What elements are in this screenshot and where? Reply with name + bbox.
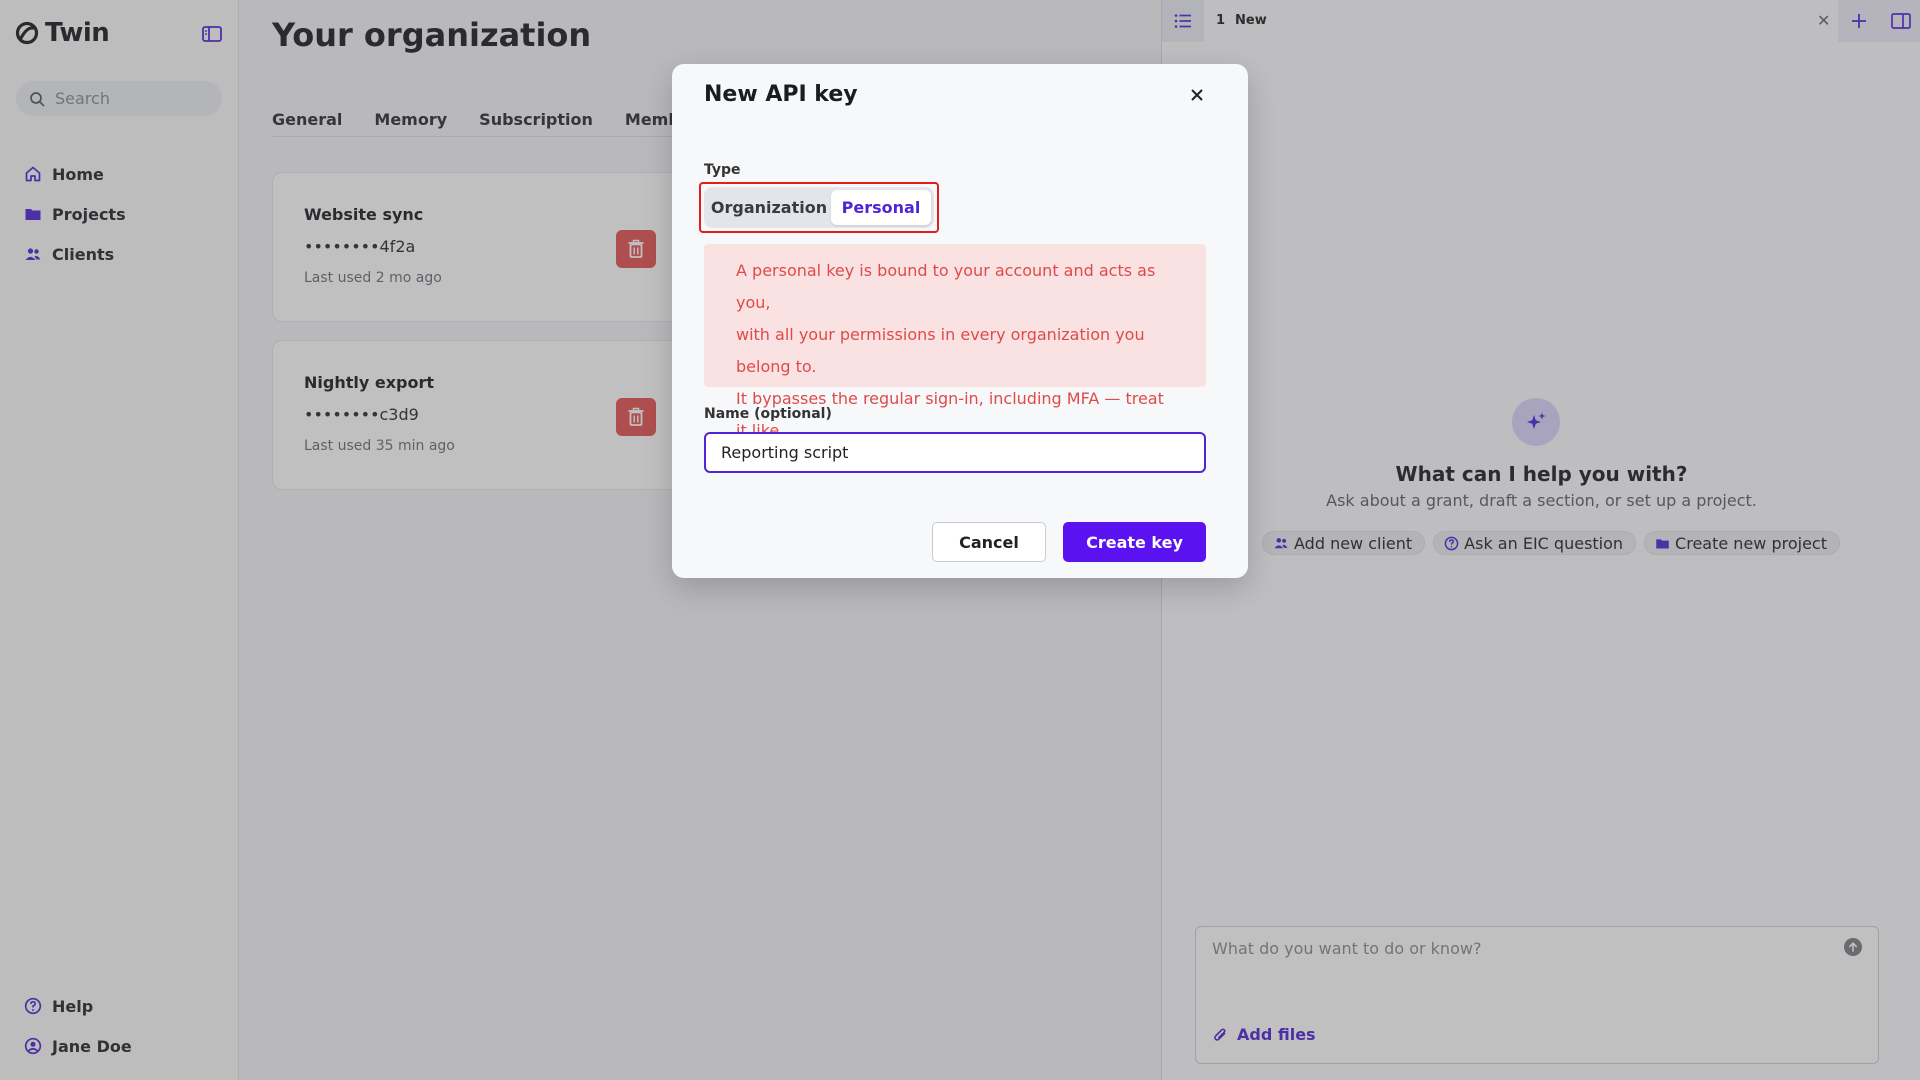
close-icon xyxy=(1191,89,1203,101)
warning-line: with all your permissions in every organ… xyxy=(736,325,1145,376)
dialog-close-button[interactable] xyxy=(1184,82,1210,108)
cancel-button[interactable]: Cancel xyxy=(932,522,1046,562)
warning-line: A personal key is bound to your account … xyxy=(736,261,1156,312)
type-option-personal[interactable]: Personal xyxy=(831,190,931,225)
new-api-key-dialog: New API key Type Organization Personal A… xyxy=(672,64,1248,578)
type-label: Type xyxy=(704,162,741,178)
key-type-selector: Organization Personal xyxy=(704,187,934,228)
personal-key-warning: A personal key is bound to your account … xyxy=(704,244,1206,472)
name-field-label: Name (optional) xyxy=(704,406,832,422)
create-key-button[interactable]: Create key xyxy=(1063,522,1206,562)
type-option-organization[interactable]: Organization xyxy=(707,190,831,225)
key-name-input[interactable] xyxy=(704,432,1206,473)
app-window: Twin Home xyxy=(0,0,1920,1080)
dialog-title: New API key xyxy=(704,82,858,107)
